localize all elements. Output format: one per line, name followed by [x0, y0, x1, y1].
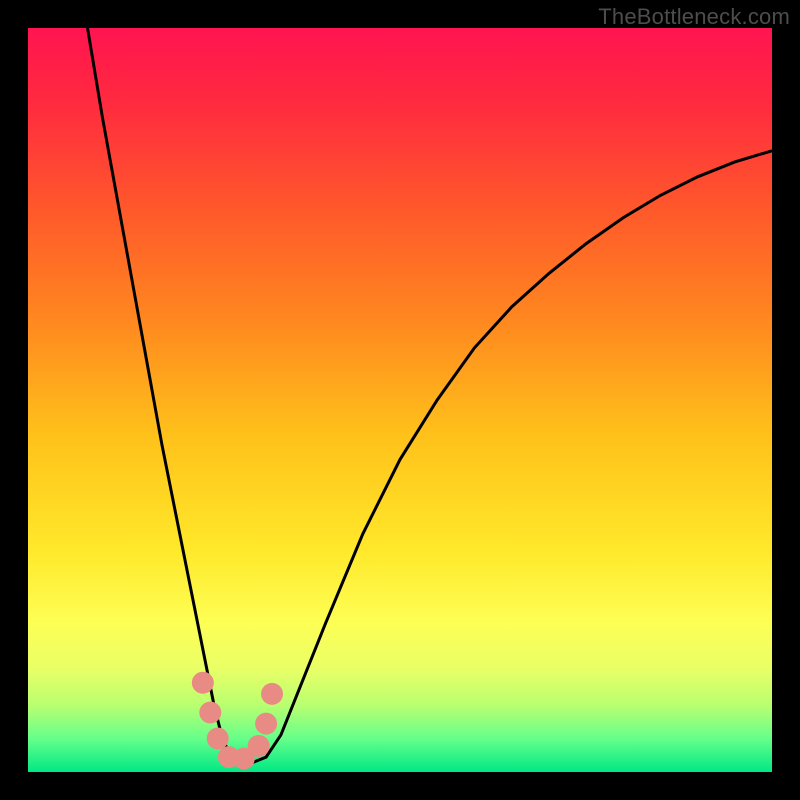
bottleneck-chart: [28, 28, 772, 772]
curve-marker: [255, 713, 277, 735]
curve-marker: [199, 701, 221, 723]
curve-marker: [207, 728, 229, 750]
curve-marker: [261, 683, 283, 705]
curve-marker: [192, 672, 214, 694]
curve-marker: [248, 735, 270, 757]
chart-frame: TheBottleneck.com: [0, 0, 800, 800]
chart-background: [28, 28, 772, 772]
watermark-text: TheBottleneck.com: [598, 4, 790, 30]
